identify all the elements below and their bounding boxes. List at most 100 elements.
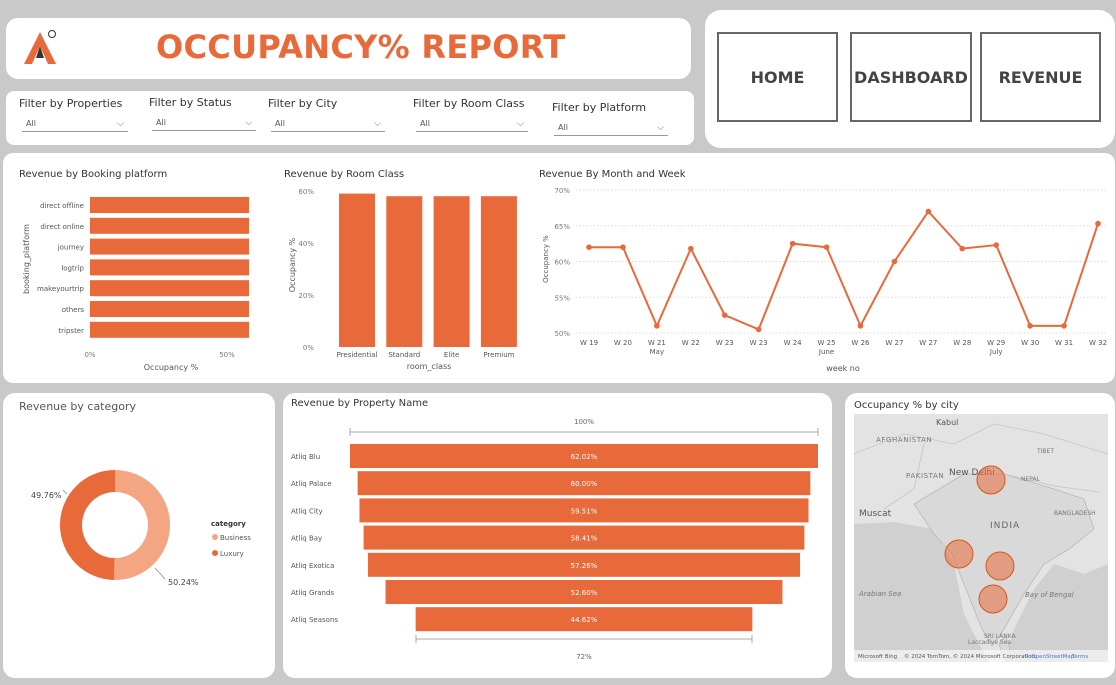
x-tick-label: W 21 <box>648 339 666 347</box>
bar[interactable] <box>90 217 249 234</box>
data-point[interactable] <box>1095 220 1101 227</box>
data-point[interactable] <box>620 244 626 250</box>
bar[interactable] <box>90 301 249 317</box>
donut-slice[interactable] <box>114 470 171 580</box>
nav-panel: HOME DASHBOARD REVENUE <box>705 10 1115 148</box>
y-tick-label: 55% <box>554 294 570 302</box>
x-tick-label: W 28 <box>953 339 971 347</box>
map-terms-link[interactable]: Terms <box>1071 654 1088 660</box>
city-select[interactable]: All ⌵ <box>271 116 385 132</box>
bar[interactable] <box>386 196 423 347</box>
bar[interactable] <box>90 259 249 276</box>
category-card: Revenue by category 50.24% 49.76% category… <box>3 393 275 678</box>
title-card: OCCUPANCY% REPORT <box>6 18 691 79</box>
y-tick-label: 60% <box>298 188 314 196</box>
series-line[interactable] <box>589 209 1099 331</box>
y-tick-label: 65% <box>554 223 570 231</box>
data-point[interactable] <box>1027 323 1033 329</box>
y-tick-label: journey <box>57 244 84 252</box>
properties-select[interactable]: All ⌵ <box>22 116 128 132</box>
data-point[interactable] <box>755 326 762 333</box>
x-tick-label: W 26 <box>851 339 870 347</box>
y-axis-title: booking_platform <box>22 224 31 294</box>
x-tick-label: W 23 <box>750 339 768 347</box>
x-axis-title: Occupancy % <box>144 363 199 372</box>
data-point[interactable] <box>789 240 796 247</box>
x-axis-title: room_class <box>407 362 452 371</box>
bar[interactable] <box>90 280 249 297</box>
city-bubble-bangalore[interactable] <box>978 584 1008 614</box>
data-point[interactable] <box>857 323 864 329</box>
x-tick-label: W 19 <box>580 339 598 347</box>
x-axis-title: week no <box>826 364 860 373</box>
x-tick-label: W 31 <box>1055 339 1073 347</box>
data-point[interactable] <box>823 244 830 250</box>
map-osm-link[interactable]: © OpenStreetMap <box>1024 653 1075 660</box>
property-funnel-chart[interactable]: 100% 62.02% Atliq Blu 60.00% Atliq Palace 59.… <box>283 411 832 673</box>
city-bubble-map[interactable]: AFGHANISTAN Kabul PAKISTAN New Delhi NEP… <box>854 414 1108 662</box>
revenue-button[interactable]: REVENUE <box>980 32 1101 122</box>
bar[interactable] <box>90 321 249 338</box>
map-label-nepal: NEPAL <box>1021 476 1041 483</box>
x-tick-label: W 27 <box>885 339 903 347</box>
week-line-chart[interactable]: 50% 55% 60% 65% 70% W 19 W 20 W 21 W 22 W 23 W 23 W… <box>536 181 1111 377</box>
category-donut-chart[interactable]: 50.24% 49.76% category Business Luxury <box>3 453 275 673</box>
x-tick-label: Standard <box>388 351 420 359</box>
x-tick-label: W 23 <box>716 339 734 347</box>
category-chart-title: Revenue by category <box>19 400 137 413</box>
city-bubble-hyderabad[interactable] <box>985 551 1015 581</box>
data-point[interactable] <box>1061 323 1067 329</box>
y-tick-label: 70% <box>554 187 570 195</box>
y-tick-label: 20% <box>298 292 314 300</box>
bar[interactable] <box>433 196 470 347</box>
bar[interactable] <box>90 238 249 255</box>
platform-select[interactable]: All ⌵ <box>554 120 668 136</box>
y-tick-label: 60% <box>554 259 570 267</box>
page-title: OCCUPANCY% REPORT <box>156 28 566 66</box>
x-tick-label: W 22 <box>682 339 700 347</box>
legend-marker <box>212 534 218 540</box>
data-point[interactable] <box>586 244 592 250</box>
data-label: 58.41% <box>571 535 598 543</box>
y-tick-label: others <box>62 306 85 314</box>
data-point[interactable] <box>654 323 660 329</box>
roomclass-chart-title: Revenue by Room Class <box>284 169 405 180</box>
roomclass-bar-chart[interactable]: 0% 20% 40% 60% Presidential Standard Elite Prem… <box>281 183 531 377</box>
data-label: 60.00% <box>571 480 598 488</box>
map-label-tibet: TIBET <box>1036 448 1054 455</box>
x-tick-label: W 20 <box>614 339 632 347</box>
y-tick-label: 50% <box>554 330 570 338</box>
x-tick-label: W 24 <box>784 339 803 347</box>
data-point[interactable] <box>959 245 966 252</box>
property-chart-title: Revenue by Property Name <box>291 398 429 409</box>
x-tick-label: 50% <box>219 351 235 359</box>
bar[interactable] <box>90 197 249 213</box>
data-point[interactable] <box>925 208 932 215</box>
x-tick-label: Presidential <box>337 351 378 359</box>
select-value: All <box>420 119 430 128</box>
map-label-pakistan: PAKISTAN <box>906 472 944 480</box>
bar[interactable] <box>339 193 375 347</box>
donut-slice[interactable] <box>60 470 115 580</box>
data-point[interactable] <box>891 258 898 265</box>
city-bubble-mumbai[interactable] <box>944 539 974 569</box>
filter-label: Filter by Status <box>149 96 232 109</box>
room-class-select[interactable]: All ⌵ <box>416 116 528 132</box>
data-label: 59.51% <box>571 507 598 515</box>
data-point[interactable] <box>721 312 728 318</box>
platform-bar-chart[interactable]: direct offline direct online journey logtri… <box>13 189 263 377</box>
home-button[interactable]: HOME <box>717 32 838 122</box>
data-point[interactable] <box>688 245 694 252</box>
dashboard-button[interactable]: DASHBOARD <box>850 32 972 122</box>
city-bubble-delhi[interactable] <box>976 465 1006 495</box>
city-map-title: Occupancy % by city <box>854 400 959 411</box>
bar[interactable] <box>480 196 517 347</box>
filter-label: Filter by Properties <box>19 97 123 110</box>
filter-city: Filter by City All ⌵ <box>268 97 385 132</box>
filter-label: Filter by City <box>268 97 338 110</box>
x-tick-label: W 29 <box>987 339 1005 347</box>
status-select[interactable]: All ⌵ <box>152 115 256 131</box>
data-point[interactable] <box>993 242 999 248</box>
map-brand-label: Microsoft Bing <box>858 654 897 660</box>
filter-label: Filter by Platform <box>552 101 647 114</box>
